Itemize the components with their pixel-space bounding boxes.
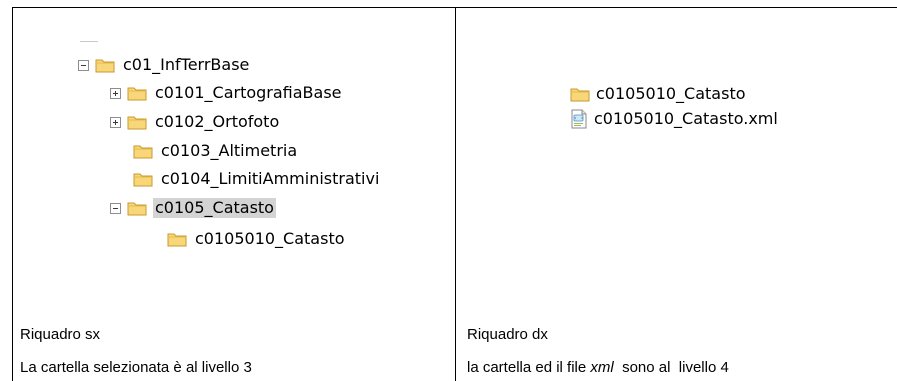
tree-item-c0101[interactable]: c0101_CartografiaBase bbox=[110, 82, 344, 104]
collapse-icon[interactable] bbox=[110, 202, 121, 214]
right-caption-title: Riquadro dx bbox=[467, 326, 548, 343]
folder-icon bbox=[127, 202, 147, 216]
tree-item-label: c0102_Ortofoto bbox=[155, 112, 280, 131]
tree-item-label: c0103_Altimetria bbox=[161, 141, 298, 160]
left-caption-text: La cartella selezionata è al livello 3 bbox=[20, 359, 252, 376]
expand-icon[interactable] bbox=[110, 116, 121, 128]
tree-item-label: c0104_LimitiAmministrativi bbox=[161, 169, 380, 188]
content-item-xml-file[interactable]: c0105010_Catasto.xml bbox=[570, 108, 778, 130]
caption-text-part: sono al livello 4 bbox=[613, 359, 729, 376]
left-caption-title: Riquadro sx bbox=[20, 326, 101, 343]
xml-file-icon bbox=[571, 109, 587, 129]
caption-text-part: la cartella ed il file bbox=[467, 359, 591, 376]
tree-item-label: c01_InfTerrBase bbox=[123, 55, 250, 74]
tree-item-c01[interactable]: c01_InfTerrBase bbox=[78, 54, 251, 76]
tree-item-label: c0105010_Catasto bbox=[195, 229, 345, 248]
collapse-icon[interactable] bbox=[78, 59, 89, 71]
folder-icon bbox=[127, 87, 147, 101]
tree-guide-line bbox=[80, 41, 98, 42]
tree-item-c0104[interactable]: c0104_LimitiAmministrativi bbox=[133, 168, 381, 190]
caption-emphasis: xml bbox=[590, 359, 614, 376]
content-item-label: c0105010_Catasto bbox=[596, 84, 746, 103]
table-left-border bbox=[12, 7, 13, 381]
tree-item-c0105[interactable]: c0105_Catasto bbox=[110, 197, 276, 219]
tree-item-c0103[interactable]: c0103_Altimetria bbox=[133, 140, 299, 162]
right-caption-text: la cartella ed il file xml sono al livel… bbox=[467, 359, 729, 377]
tree-item-label: c0101_CartografiaBase bbox=[155, 83, 342, 102]
content-item-folder[interactable]: c0105010_Catasto bbox=[570, 83, 746, 105]
content-item-label: c0105010_Catasto.xml bbox=[594, 109, 778, 128]
folder-icon bbox=[570, 88, 590, 102]
tree-item-c0102[interactable]: c0102_Ortofoto bbox=[110, 111, 281, 133]
expand-icon[interactable] bbox=[110, 87, 121, 99]
table-column-divider bbox=[455, 7, 456, 381]
tree-item-c0105010[interactable]: c0105010_Catasto bbox=[167, 228, 347, 250]
folder-icon bbox=[95, 59, 115, 73]
tree-item-label-selected: c0105_Catasto bbox=[153, 198, 276, 218]
folder-icon bbox=[127, 116, 147, 130]
folder-icon bbox=[133, 145, 153, 159]
folder-icon bbox=[167, 233, 187, 247]
folder-icon bbox=[133, 173, 153, 187]
